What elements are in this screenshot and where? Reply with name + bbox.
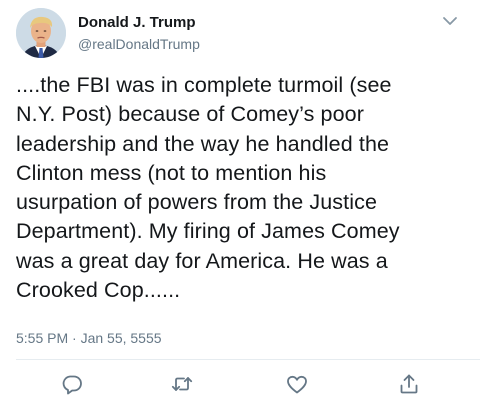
reply-button[interactable]	[60, 372, 84, 396]
retweet-icon	[171, 377, 193, 391]
divider	[16, 359, 480, 360]
chevron-down-icon[interactable]	[441, 14, 459, 28]
share-icon	[400, 374, 418, 394]
tweet[interactable]: Donald J. Trump @realDonaldTrump ....the…	[0, 0, 480, 410]
heart-icon	[287, 375, 307, 394]
avatar[interactable]	[16, 8, 66, 58]
retweet-button[interactable]	[170, 372, 194, 396]
share-button[interactable]	[397, 372, 421, 396]
tweet-timestamp[interactable]: 5:55 PM · Jan 55, 5555	[16, 330, 162, 346]
author-name[interactable]: Donald J. Trump	[78, 14, 196, 31]
author-handle[interactable]: @realDonaldTrump	[78, 36, 200, 52]
tweet-text: ....the FBI was in complete turmoil (see…	[16, 73, 400, 303]
like-button[interactable]	[285, 372, 309, 396]
reply-icon	[62, 375, 82, 395]
avatar-image	[16, 8, 66, 58]
